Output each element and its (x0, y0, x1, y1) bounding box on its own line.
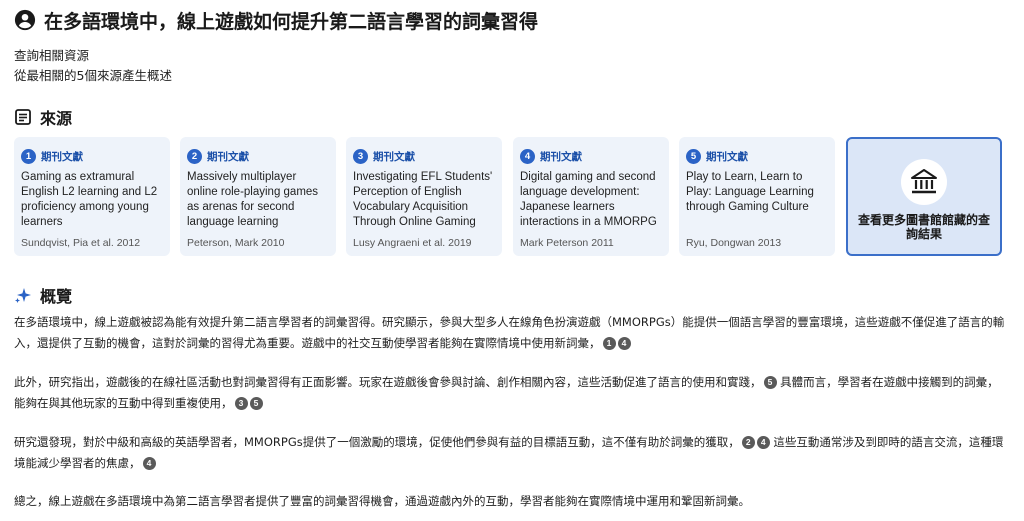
sources-heading: 來源 (14, 106, 72, 128)
view-more-label: 查看更多圖書館館藏的查詢結果 (857, 213, 990, 241)
sparkle-icon (15, 288, 31, 303)
sources-heading-label: 來源 (40, 109, 73, 128)
citation-badge[interactable]: 4 (617, 337, 631, 350)
citation-badge[interactable]: 5 (763, 376, 777, 389)
library-building-icon (911, 169, 937, 194)
source-type: 期刊文獻 (207, 150, 249, 163)
overview-paragraph-4: 總之，線上遊戲在多語環境中為第二語言學習者提供了豐富的詞彙習得機會，通過遊戲內外… (14, 494, 750, 508)
source-number-badge: 1 (21, 148, 36, 164)
citation-badge[interactable]: 4 (756, 436, 770, 449)
document-list-icon (15, 109, 31, 125)
source-number-badge: 2 (187, 148, 202, 164)
citation-badge[interactable]: 3 (234, 397, 248, 410)
view-more-library-results-button[interactable]: 查看更多圖書館館藏的查詢結果 (846, 137, 1002, 256)
source-title: Digital gaming and second language devel… (520, 171, 657, 228)
source-card-3[interactable]: 3 期刊文獻 Investigating EFL Students' Perce… (346, 137, 502, 256)
source-type: 期刊文獻 (41, 150, 83, 163)
source-card-5[interactable]: 5 期刊文獻 Play to Learn, Learn to Play: Lan… (679, 137, 835, 256)
source-title: Play to Learn, Learn to Play: Language L… (686, 171, 814, 213)
citation-badge[interactable]: 4 (142, 457, 156, 470)
source-card-4[interactable]: 4 期刊文獻 Digital gaming and second languag… (513, 137, 669, 256)
source-card-1[interactable]: 1 期刊文獻 Gaming as extramural English L2 l… (14, 137, 170, 256)
overview-heading: 概覽 (14, 284, 72, 306)
library-icon-circle (901, 159, 947, 205)
source-title: Investigating EFL Students' Perception o… (353, 171, 493, 228)
source-author: Sundqvist, Pia et al. 2012 (21, 237, 141, 249)
source-author: Mark Peterson 2011 (520, 237, 614, 249)
overview-paragraph-3: 研究還發現，對於中級和高級的英語學習者，MMORPGs提供了一個激勵的環境，促使… (14, 435, 1004, 470)
source-author: Peterson, Mark 2010 (187, 237, 285, 249)
source-title: Gaming as extramural English L2 learning… (21, 171, 158, 228)
overview-heading-label: 概覽 (40, 287, 73, 306)
query-resources-text: 查詢相關資源 (14, 48, 90, 63)
title-row: 在多語環境中，線上遊戲如何提升第二語言學習的詞彙習得 (14, 6, 538, 34)
query-meta: 查詢相關資源 從最相關的5個來源產生概述 (14, 46, 172, 86)
user-circle-icon (14, 9, 36, 31)
source-type: 期刊文獻 (706, 150, 748, 163)
source-type: 期刊文獻 (373, 150, 415, 163)
source-title: Massively multiplayer online role-playin… (187, 171, 319, 228)
source-number-badge: 4 (520, 148, 535, 164)
source-author: Ryu, Dongwan 2013 (686, 237, 782, 249)
source-number-badge: 3 (353, 148, 368, 164)
overview-paragraph-1: 在多語環境中，線上遊戲被認為能有效提升第二語言學習者的詞彙習得。研究顯示，參與大… (14, 315, 1005, 350)
citation-badge[interactable]: 2 (741, 436, 755, 449)
source-number-badge: 5 (686, 148, 701, 164)
source-author: Lusy Angraeni et al. 2019 (353, 237, 472, 249)
page-title: 在多語環境中，線上遊戲如何提升第二語言學習的詞彙習得 (44, 10, 539, 33)
overview-source-note: 從最相關的5個來源產生概述 (14, 68, 172, 83)
citation-badge[interactable]: 1 (602, 337, 616, 350)
citation-badge[interactable]: 5 (249, 397, 263, 410)
page: 在多語環境中，線上遊戲如何提升第二語言學習的詞彙習得 查詢相關資源 從最相關的5… (0, 0, 1024, 521)
source-type: 期刊文獻 (540, 150, 582, 163)
overview-paragraph-2: 此外，研究指出，遊戲後的在線社區活動也對詞彙習得有正面影響。玩家在遊戲後會參與討… (14, 375, 999, 410)
source-card-2[interactable]: 2 期刊文獻 Massively multiplayer online role… (180, 137, 336, 256)
